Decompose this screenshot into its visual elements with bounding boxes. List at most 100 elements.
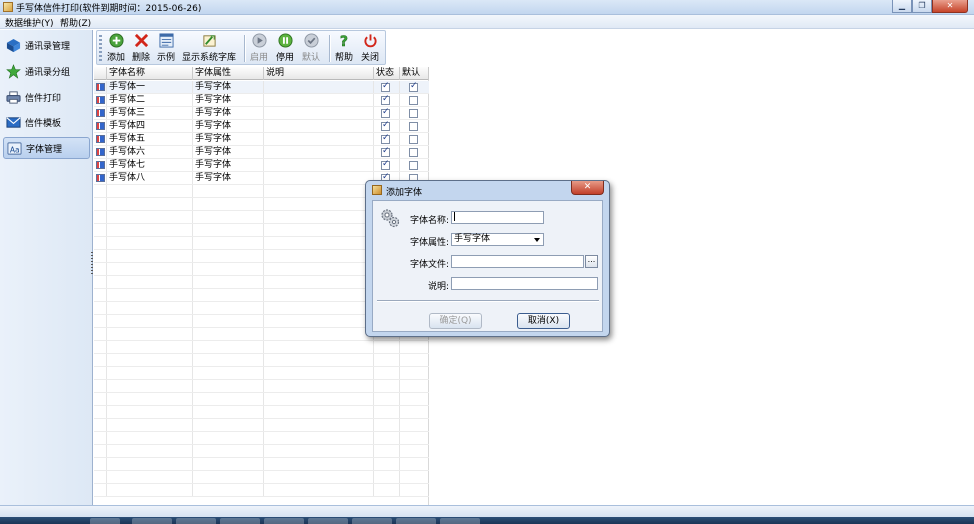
- toolbar-grip[interactable]: [99, 35, 102, 62]
- status-checkbox[interactable]: [381, 107, 390, 118]
- enable-button[interactable]: 启用: [248, 33, 270, 63]
- play-icon: [251, 33, 267, 48]
- table-row[interactable]: 手写体七 手写字体: [94, 159, 429, 172]
- note-input[interactable]: [451, 277, 598, 290]
- table-row[interactable]: 手写体一 手写字体: [94, 81, 429, 94]
- header-font-type[interactable]: 字体属性: [193, 67, 264, 80]
- sidebar-splitter[interactable]: [91, 252, 93, 274]
- table-row[interactable]: 手写体二 手写字体: [94, 94, 429, 107]
- cell-font-type: 手写字体: [195, 134, 232, 144]
- menu-help[interactable]: 帮助(Z): [60, 16, 91, 29]
- cell-note: [264, 172, 374, 184]
- default-checkbox[interactable]: [409, 122, 418, 131]
- default-checkbox[interactable]: [409, 109, 418, 118]
- set-default-label: 默认: [301, 53, 320, 63]
- sidebar-item-contacts[interactable]: 通讯录管理: [3, 34, 90, 56]
- default-checkbox[interactable]: [409, 81, 418, 92]
- menu-bar: 数据维护(Y) 帮助(Z): [0, 15, 974, 29]
- sidebar-item-letter-templates[interactable]: 信件模板: [3, 111, 90, 133]
- maximize-button[interactable]: ❐: [912, 0, 932, 13]
- cell-font-type: 手写字体: [195, 95, 232, 105]
- cell-divider: [94, 367, 400, 379]
- help-button[interactable]: ? 帮助: [333, 33, 355, 63]
- header-default[interactable]: 默认: [400, 67, 429, 80]
- cell-font-name: 手写体五: [109, 134, 146, 144]
- disable-button[interactable]: 停用: [274, 33, 296, 63]
- cell-divider: [94, 445, 400, 457]
- header-note[interactable]: 说明: [264, 67, 374, 80]
- taskbar-item[interactable]: [220, 518, 260, 524]
- table-row: [94, 445, 429, 458]
- close-button[interactable]: 关闭: [359, 33, 381, 63]
- status-checkbox[interactable]: [381, 159, 390, 170]
- table-row: [94, 380, 429, 393]
- cell-note: [264, 133, 374, 145]
- status-checkbox[interactable]: [381, 120, 390, 131]
- font-type-select[interactable]: 手写字体: [451, 233, 544, 246]
- header-font-name[interactable]: 字体名称: [107, 67, 193, 80]
- cell-font-type: 手写字体: [195, 108, 232, 118]
- header-status[interactable]: 状态: [374, 67, 400, 80]
- status-checkbox[interactable]: [381, 133, 390, 144]
- delete-label: 删除: [131, 53, 150, 63]
- taskbar-item[interactable]: [176, 518, 216, 524]
- cancel-button[interactable]: 取消(X): [517, 313, 570, 329]
- table-row[interactable]: 手写体三 手写字体: [94, 107, 429, 120]
- sidebar-item-letter-print[interactable]: 信件打印: [3, 86, 90, 108]
- delete-button[interactable]: 删除: [130, 33, 152, 63]
- set-default-button[interactable]: 默认: [300, 33, 322, 63]
- close-icon: ✕: [946, 1, 954, 10]
- taskbar-item[interactable]: [396, 518, 436, 524]
- show-system-fonts-button[interactable]: 显示系统字库: [181, 33, 237, 63]
- table-row: [94, 393, 429, 406]
- table-row[interactable]: 手写体五 手写字体: [94, 133, 429, 146]
- taskbar-item[interactable]: [132, 518, 172, 524]
- sidebar-item-font-management[interactable]: Aa 字体管理: [3, 137, 90, 159]
- minimize-button[interactable]: ▁: [892, 0, 912, 13]
- default-checkbox[interactable]: [409, 161, 418, 170]
- status-checkbox[interactable]: [381, 146, 390, 157]
- taskbar-item[interactable]: [264, 518, 304, 524]
- font-name-input[interactable]: [451, 211, 544, 224]
- example-icon: [158, 33, 174, 48]
- table-row: [94, 354, 429, 367]
- sidebar-item-label: 通讯录分组: [25, 67, 71, 78]
- browse-file-button[interactable]: ...: [585, 255, 598, 268]
- status-checkbox[interactable]: [381, 94, 390, 105]
- taskbar-item[interactable]: [90, 518, 120, 524]
- taskbar-item[interactable]: [308, 518, 348, 524]
- default-checkbox[interactable]: [409, 96, 418, 105]
- dialog-close-button[interactable]: ✕: [571, 181, 604, 195]
- cell-divider: [94, 250, 400, 262]
- cell-divider: [94, 211, 400, 223]
- table-row[interactable]: 手写体六 手写字体: [94, 146, 429, 159]
- dialog-title-bar[interactable]: 添加字体 ✕: [366, 181, 609, 199]
- font-row-icon: [96, 148, 105, 156]
- cell-divider: [94, 224, 400, 236]
- sidebar: 通讯录管理 通讯录分组 信件打印 信件模板 Aa 字体管理: [0, 30, 93, 505]
- status-bar: [0, 505, 974, 517]
- font-file-input[interactable]: [451, 255, 584, 268]
- power-icon: [363, 34, 377, 48]
- menu-data-maintenance[interactable]: 数据维护(Y): [5, 16, 54, 29]
- status-checkbox[interactable]: [381, 81, 390, 92]
- minimize-icon: ▁: [898, 1, 906, 10]
- table-row[interactable]: 手写体四 手写字体: [94, 120, 429, 133]
- example-button[interactable]: 示例: [155, 33, 177, 63]
- default-checkbox[interactable]: [409, 148, 418, 157]
- confirm-button[interactable]: 确定(Q): [429, 313, 482, 329]
- add-button[interactable]: 添加: [105, 33, 127, 63]
- svg-text:?: ?: [339, 34, 347, 48]
- star-icon: [6, 63, 21, 79]
- cell-divider: [94, 302, 400, 314]
- font-type-label: 字体属性:: [409, 238, 449, 248]
- sidebar-item-label: 通讯录管理: [25, 41, 71, 52]
- sidebar-item-contact-groups[interactable]: 通讯录分组: [3, 60, 90, 82]
- sidebar-item-label: 信件模板: [25, 118, 62, 129]
- cell-note: [264, 107, 374, 119]
- default-checkbox[interactable]: [409, 135, 418, 144]
- chevron-down-icon: [534, 238, 540, 242]
- close-window-button[interactable]: ✕: [932, 0, 968, 13]
- taskbar-item[interactable]: [440, 518, 480, 524]
- taskbar-item[interactable]: [352, 518, 392, 524]
